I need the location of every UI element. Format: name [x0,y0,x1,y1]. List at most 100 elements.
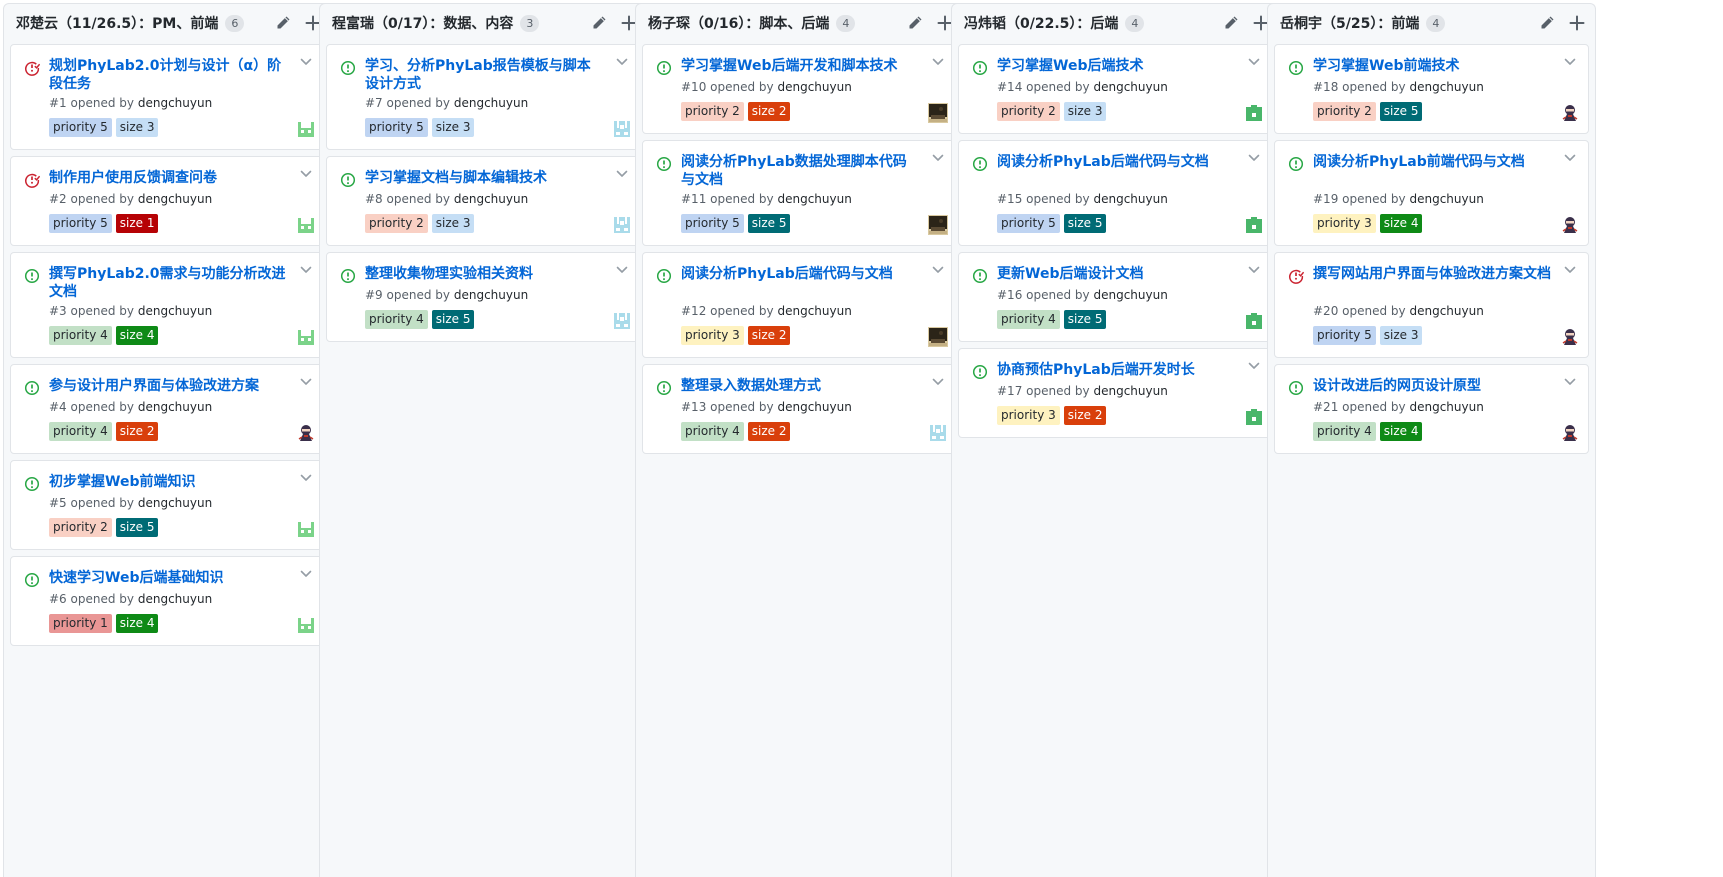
chevron-down-icon[interactable] [931,150,945,164]
issue-title-link[interactable]: 学习掌握Web后端技术 [997,57,1235,75]
issue-author-link[interactable]: dengchuyun [454,192,528,206]
chevron-down-icon[interactable] [1247,54,1261,68]
issue-label[interactable]: size 5 [1063,310,1107,329]
issue-label[interactable]: size 4 [1379,422,1423,441]
issue-label[interactable]: size 3 [431,118,475,137]
issue-card[interactable]: 学习、分析PhyLab报告模板与脚本设计方式 #7 opened by dengc… [326,44,641,150]
issue-card[interactable]: 设计改进后的网页设计原型 #21 opened by dengchuyun prio… [1274,364,1589,454]
issue-author-link[interactable]: dengchuyun [777,192,851,206]
issue-author-link[interactable]: dengchuyun [138,304,212,318]
issue-label[interactable]: priority 4 [1313,422,1376,441]
issue-title-link[interactable]: 学习、分析PhyLab报告模板与脚本设计方式 [365,57,603,93]
issue-title-link[interactable]: 参与设计用户界面与体验改进方案 [49,377,287,395]
chevron-down-icon[interactable] [1247,262,1261,276]
issue-label[interactable]: size 5 [747,214,791,233]
issue-author-link[interactable]: dengchuyun [1409,400,1483,414]
issue-title-link[interactable]: 快速学习Web后端基础知识 [49,569,287,587]
issue-title-link[interactable]: 整理收集物理实验相关资料 [365,265,603,283]
photo-avatar[interactable] [928,103,948,123]
issue-author-link[interactable]: dengchuyun [1093,192,1167,206]
issue-label[interactable]: size 5 [1379,102,1423,121]
issue-author-link[interactable]: dengchuyun [1093,384,1167,398]
issue-card[interactable]: 制作用户使用反馈调查问卷 #2 opened by dengchuyun prior… [10,156,325,246]
issue-label[interactable]: priority 5 [49,118,112,137]
issue-card[interactable]: 撰写网站用户界面与体验改进方案文档 #20 opened by dengchuyu… [1274,252,1589,358]
issue-card[interactable]: 快速学习Web后端基础知识 #6 opened by dengchuyun prio… [10,556,325,646]
issue-card[interactable]: 阅读分析PhyLab后端代码与文档 #15 opened by dengchuyu… [958,140,1273,246]
issue-card[interactable]: 阅读分析PhyLab数据处理脚本代码与文档 #11 opened by dengc… [642,140,957,246]
photo-avatar[interactable] [928,327,948,347]
pencil-icon[interactable] [591,15,607,31]
chevron-down-icon[interactable] [1563,262,1577,276]
issue-author-link[interactable]: dengchuyun [777,400,851,414]
chevron-down-icon[interactable] [299,374,313,388]
pencil-icon[interactable] [1539,15,1555,31]
chevron-down-icon[interactable] [1247,150,1261,164]
issue-author-link[interactable]: dengchuyun [454,288,528,302]
green-block-avatar[interactable] [1244,215,1264,235]
issue-label[interactable]: size 2 [747,422,791,441]
issue-author-link[interactable]: dengchuyun [1093,288,1167,302]
pencil-icon[interactable] [907,15,923,31]
chevron-down-icon[interactable] [1563,374,1577,388]
issue-card[interactable]: 学习掌握Web后端开发和脚本技术 #10 opened by dengchuyun… [642,44,957,134]
issue-label[interactable]: priority 2 [365,214,428,233]
ninja-avatar[interactable] [1560,215,1580,235]
issue-label[interactable]: priority 2 [681,102,744,121]
issue-title-link[interactable]: 协商预估PhyLab后端开发时长 [997,361,1235,379]
issue-label[interactable]: size 2 [115,422,159,441]
issue-author-link[interactable]: dengchuyun [777,304,851,318]
issue-card[interactable]: 学习掌握Web后端技术 #14 opened by dengchuyun prior… [958,44,1273,134]
issue-title-link[interactable]: 规划PhyLab2.0计划与设计（α）阶段任务 [49,57,287,93]
issue-card[interactable]: 整理录入数据处理方式 #13 opened by dengchuyun priori… [642,364,957,454]
chevron-down-icon[interactable] [299,566,313,580]
issue-author-link[interactable]: dengchuyun [1409,80,1483,94]
issue-label[interactable]: size 5 [1063,214,1107,233]
issue-label[interactable]: priority 4 [49,422,112,441]
chevron-down-icon[interactable] [931,54,945,68]
issue-title-link[interactable]: 制作用户使用反馈调查问卷 [49,169,287,187]
issue-title-link[interactable]: 学习掌握文档与脚本编辑技术 [365,169,603,187]
issue-label[interactable]: priority 5 [49,214,112,233]
issue-title-link[interactable]: 阅读分析PhyLab数据处理脚本代码与文档 [681,153,919,189]
green-robot-avatar[interactable] [296,615,316,635]
issue-label[interactable]: size 3 [115,118,159,137]
green-robot-avatar[interactable] [296,215,316,235]
issue-author-link[interactable]: dengchuyun [777,80,851,94]
issue-title-link[interactable]: 撰写PhyLab2.0需求与功能分析改进文档 [49,265,287,301]
issue-author-link[interactable]: dengchuyun [138,400,212,414]
blue-pixel-avatar[interactable] [612,311,632,331]
issue-label[interactable]: priority 5 [997,214,1060,233]
issue-card[interactable]: 整理收集物理实验相关资料 #9 opened by dengchuyun prior… [326,252,641,342]
green-block-avatar[interactable] [1244,311,1264,331]
green-robot-avatar[interactable] [296,519,316,539]
issue-label[interactable]: priority 5 [681,214,744,233]
issue-label[interactable]: size 5 [431,310,475,329]
issue-label[interactable]: size 3 [1063,102,1107,121]
chevron-down-icon[interactable] [615,166,629,180]
issue-author-link[interactable]: dengchuyun [138,592,212,606]
issue-author-link[interactable]: dengchuyun [1409,192,1483,206]
issue-card[interactable]: 初步掌握Web前端知识 #5 opened by dengchuyun priori… [10,460,325,550]
issue-label[interactable]: size 4 [115,614,159,633]
green-block-avatar[interactable] [1244,103,1264,123]
issue-label[interactable]: size 3 [1379,326,1423,345]
issue-label[interactable]: priority 2 [1313,102,1376,121]
issue-label[interactable]: size 4 [1379,214,1423,233]
photo-avatar[interactable] [928,215,948,235]
issue-label[interactable]: priority 4 [997,310,1060,329]
chevron-down-icon[interactable] [299,262,313,276]
issue-label[interactable]: priority 2 [49,518,112,537]
issue-card[interactable]: 撰写PhyLab2.0需求与功能分析改进文档 #3 opened by dengc… [10,252,325,358]
issue-author-link[interactable]: dengchuyun [1093,80,1167,94]
pencil-icon[interactable] [1223,15,1239,31]
issue-author-link[interactable]: dengchuyun [454,96,528,110]
blue-pixel-avatar[interactable] [612,215,632,235]
issue-author-link[interactable]: dengchuyun [1409,304,1483,318]
issue-card[interactable]: 更新Web后端设计文档 #16 opened by dengchuyun prior… [958,252,1273,342]
issue-card[interactable]: 协商预估PhyLab后端开发时长 #17 opened by dengchuyun… [958,348,1273,438]
ninja-avatar[interactable] [1560,103,1580,123]
issue-label[interactable]: priority 1 [49,614,112,633]
issue-label[interactable]: size 4 [115,326,159,345]
green-block-avatar[interactable] [1244,407,1264,427]
